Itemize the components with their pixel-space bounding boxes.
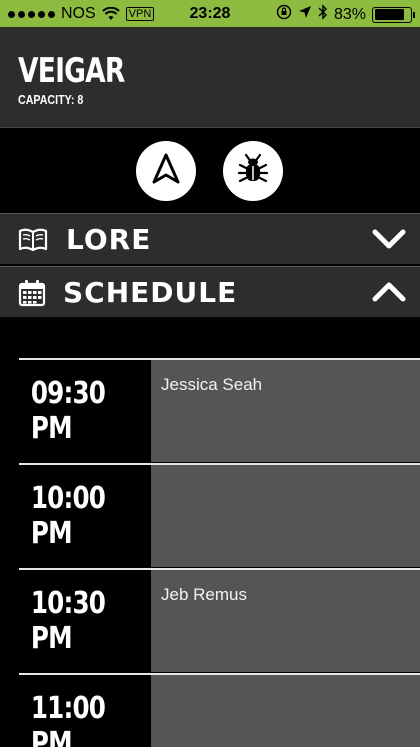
slot-time-text: 10:00 PM: [30, 481, 106, 551]
slot-player-name: Jeb Remus: [161, 585, 247, 604]
book-icon: [18, 226, 48, 257]
schedule-slot[interactable]: 10:00 PM: [19, 463, 420, 567]
capacity-label: CAPACITY: 8: [18, 92, 84, 107]
orientation-lock-icon: [276, 4, 292, 25]
slot-booking[interactable]: [151, 465, 420, 567]
chevron-down-icon[interactable]: [372, 227, 406, 256]
report-bug-button[interactable]: [223, 141, 283, 201]
section-lore[interactable]: LORE: [0, 213, 420, 264]
navigate-button[interactable]: [136, 141, 196, 201]
bug-icon: [237, 153, 269, 190]
schedule-slot[interactable]: 11:00 PM: [19, 673, 420, 747]
page-title: VEIGAR: [18, 51, 125, 91]
champion-header: VEIGAR CAPACITY: 8: [0, 27, 420, 128]
slot-time: 11:00 PM: [19, 675, 151, 747]
slot-booking[interactable]: Jeb Remus: [151, 570, 420, 672]
battery-percent: 83%: [333, 5, 366, 23]
slot-time-text: 11:00 PM: [30, 691, 106, 747]
action-bar: [0, 129, 420, 213]
chevron-up-icon[interactable]: [372, 280, 406, 309]
status-right: 83%: [276, 4, 415, 25]
slot-time-text: 09:30 PM: [30, 376, 106, 446]
section-schedule-label: SCHEDULE: [63, 276, 238, 309]
navigation-arrow-icon: [151, 153, 181, 190]
schedule-list: 09:30 PM Jessica Seah 10:00 PM 10:30 PM …: [0, 318, 420, 747]
schedule-slot[interactable]: 09:30 PM Jessica Seah: [19, 358, 420, 462]
section-lore-label: LORE: [66, 223, 152, 256]
status-bar: NOS VPN 23:28 83%: [0, 0, 420, 27]
calendar-icon: [18, 279, 46, 312]
battery-icon: [372, 6, 415, 23]
slot-booking[interactable]: Jessica Seah: [151, 360, 420, 462]
slot-time: 10:00 PM: [19, 465, 151, 567]
slot-player-name: Jessica Seah: [161, 375, 263, 394]
schedule-slot[interactable]: 10:30 PM Jeb Remus: [19, 568, 420, 672]
section-schedule[interactable]: SCHEDULE: [0, 266, 420, 317]
slot-time-text: 10:30 PM: [30, 586, 106, 656]
battery-fill: [374, 9, 404, 20]
slot-time: 10:30 PM: [19, 570, 151, 672]
slot-time: 09:30 PM: [19, 360, 151, 462]
bluetooth-icon: [318, 4, 328, 25]
location-arrow-icon: [298, 5, 312, 24]
slot-booking[interactable]: [151, 675, 420, 747]
